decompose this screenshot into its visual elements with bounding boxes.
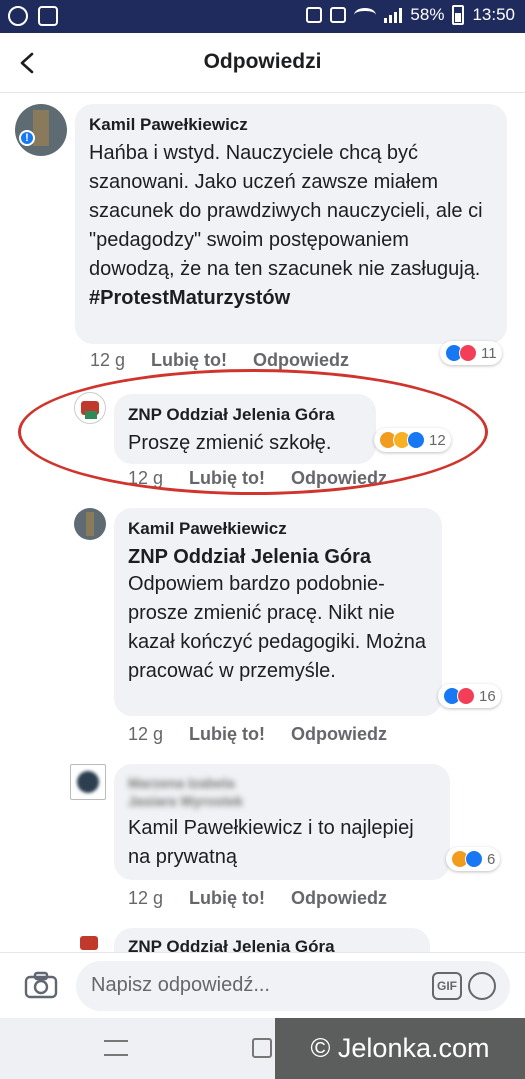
reply-placeholder: Napisz odpowiedź... xyxy=(91,974,270,996)
wifi-icon xyxy=(354,8,377,22)
comment-bubble: ZNP Oddział Jelenia Góra xyxy=(114,928,430,952)
like-button[interactable]: Lubię to! xyxy=(151,350,227,371)
love-reaction-icon xyxy=(459,344,477,362)
avatar[interactable] xyxy=(74,928,106,952)
comment-bubble: ZNP Oddział Jelenia Góra Proszę zmienić … xyxy=(114,394,376,464)
comment-time[interactable]: 12 g xyxy=(90,350,125,371)
reaction-count: 16 xyxy=(479,687,496,705)
comment-actions: 12 g Lubię to! Odpowiedz xyxy=(128,468,387,489)
comment-text: Hańba i wstyd. Nauczyciele chcą być szan… xyxy=(89,142,483,280)
avatar[interactable] xyxy=(74,508,106,540)
comment-author[interactable]: Kamil Pawełkiewicz xyxy=(89,114,493,136)
comment-actions: 12 g Lubię to! Odpowiedz xyxy=(90,350,349,371)
comment-actions: 12 g Lubię to! Odpowiedz xyxy=(128,724,387,745)
lock-icon xyxy=(306,7,323,23)
emoji-icon[interactable] xyxy=(468,972,496,1000)
avatar[interactable]: ! xyxy=(15,104,67,156)
tagged-page[interactable]: ZNP Oddział Jelenia Góra xyxy=(128,544,428,570)
gallery-icon xyxy=(38,6,58,26)
status-notifications xyxy=(8,6,58,26)
reply-input[interactable]: Napisz odpowiedź... GIF xyxy=(76,961,510,1011)
signal-icon xyxy=(384,7,403,23)
like-reaction-icon xyxy=(407,431,425,449)
comment-actions: 12 g Lubię to! Odpowiedz xyxy=(128,888,387,909)
reply-button[interactable]: Odpowiedz xyxy=(291,724,387,745)
comment-text: Odpowiem bardzo podobnie- prosze zmienić… xyxy=(128,573,426,682)
love-reaction-icon xyxy=(457,687,475,705)
comment-author[interactable]: Kamil Pawełkiewicz xyxy=(128,518,428,540)
reply-button[interactable]: Odpowiedz xyxy=(291,468,387,489)
header: Odpowiedzi xyxy=(0,33,525,93)
comment-bubble: Kamil Pawełkiewicz Hańba i wstyd. Nauczy… xyxy=(75,104,507,344)
battery-percent: 58% xyxy=(410,5,445,24)
reaction-count: 12 xyxy=(429,431,446,449)
comment-time[interactable]: 12 g xyxy=(128,724,163,745)
clock: 13:50 xyxy=(472,5,515,24)
battery-icon xyxy=(452,5,465,25)
silent-icon xyxy=(330,7,347,23)
reactions-summary[interactable]: 12 xyxy=(374,428,451,452)
watermark: © Jelonka.com xyxy=(275,1018,525,1079)
reaction-count: 6 xyxy=(487,850,496,868)
page-title: Odpowiedzi xyxy=(203,50,322,73)
camera-icon[interactable] xyxy=(24,971,58,999)
comment-bubble: Marzena Izabela Jasiara Wyrostek Kamil P… xyxy=(114,764,450,880)
like-button[interactable]: Lubię to! xyxy=(189,724,265,745)
home-icon[interactable] xyxy=(252,1038,272,1058)
avatar[interactable] xyxy=(74,392,106,424)
comment-time[interactable]: 12 g xyxy=(128,888,163,909)
reactions-summary[interactable]: 16 xyxy=(438,684,501,708)
messenger-icon xyxy=(8,6,28,26)
comment-author-blurred: Marzena Izabela xyxy=(128,775,235,791)
reaction-count: 11 xyxy=(481,344,497,362)
comment-bubble: Kamil Pawełkiewicz ZNP Oddział Jelenia G… xyxy=(114,508,442,716)
comment-author[interactable]: ZNP Oddział Jelenia Góra xyxy=(128,936,416,952)
like-button[interactable]: Lubię to! xyxy=(189,468,265,489)
reactions-summary[interactable]: 11 xyxy=(440,341,502,365)
avatar[interactable] xyxy=(70,764,106,800)
reply-button[interactable]: Odpowiedz xyxy=(291,888,387,909)
like-reaction-icon xyxy=(465,850,483,868)
gif-button[interactable]: GIF xyxy=(432,972,462,1000)
reactions-summary[interactable]: 6 xyxy=(446,847,501,871)
comment-time[interactable]: 12 g xyxy=(128,468,163,489)
status-bar: 58% 13:50 xyxy=(0,0,525,33)
like-button[interactable]: Lubię to! xyxy=(189,888,265,909)
recent-apps-icon[interactable] xyxy=(104,1040,128,1056)
reply-button[interactable]: Odpowiedz xyxy=(253,350,349,371)
reply-composer: Napisz odpowiedź... GIF xyxy=(0,952,525,1018)
comment-author-blurred: Jasiara Wyrostek xyxy=(128,793,243,809)
comment-text: Proszę zmienić szkołę. xyxy=(128,432,332,454)
comment-text: Kamil Pawełkiewicz i to najlepiej na pry… xyxy=(128,817,414,868)
comment-author[interactable]: ZNP Oddział Jelenia Góra xyxy=(128,404,362,426)
hashtag-link[interactable]: #ProtestMaturzystów xyxy=(89,287,290,309)
